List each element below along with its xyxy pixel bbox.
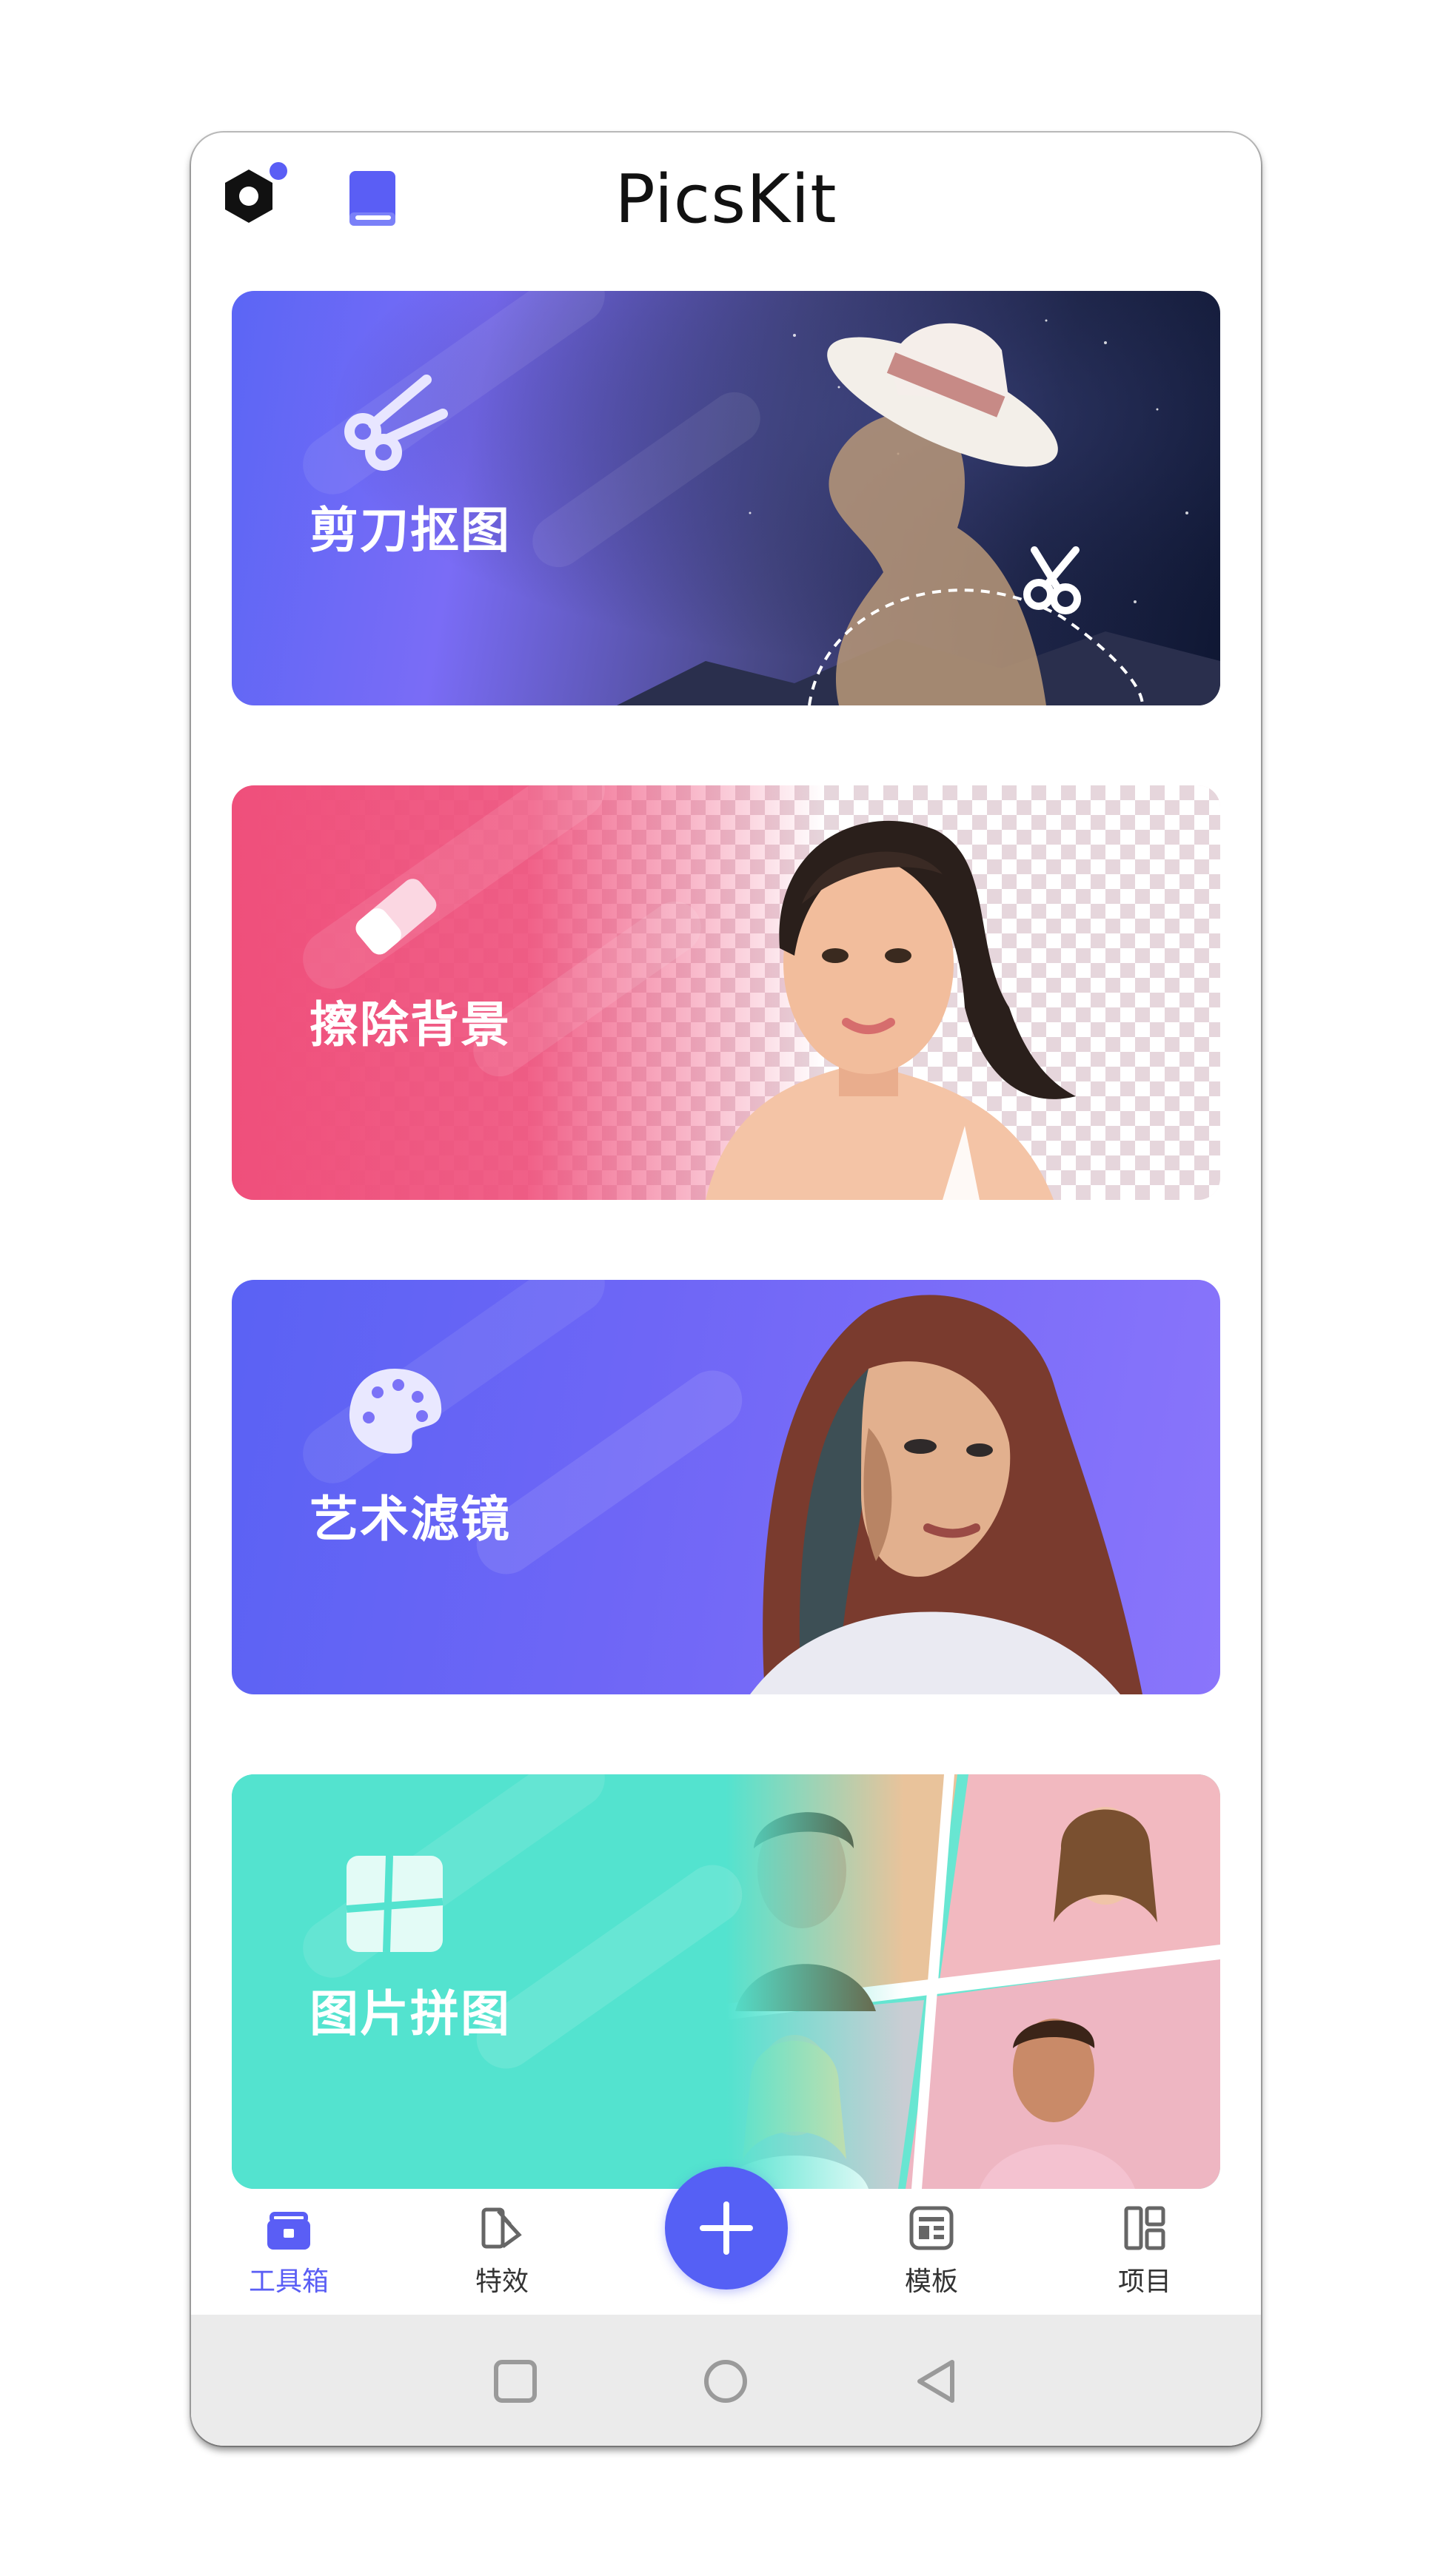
- tab-label: 工具箱: [248, 2267, 329, 2297]
- palette-icon: [339, 1354, 450, 1465]
- circle-home-icon[interactable]: [696, 2352, 755, 2411]
- toolbox-icon: [267, 2212, 310, 2250]
- app-title: PicsKit: [615, 161, 837, 238]
- add-fab-button[interactable]: [665, 2167, 788, 2290]
- app-header: PicsKit: [191, 133, 1261, 288]
- card-erase-background[interactable]: 擦除背景: [232, 785, 1220, 1200]
- system-navigation-bar: [191, 2315, 1261, 2446]
- effects-icon: [481, 2207, 522, 2249]
- tab-label: 模板: [904, 2267, 958, 2297]
- triangle-back-icon[interactable]: [908, 2352, 967, 2411]
- eraser-icon: [339, 859, 450, 970]
- card-scissors-cutout[interactable]: 剪刀抠图: [232, 291, 1220, 705]
- card-label: 擦除背景: [309, 996, 511, 1053]
- card-label: 艺术滤镜: [309, 1491, 511, 1548]
- tab-label: 项目: [1117, 2267, 1171, 2297]
- scissors-icon: [339, 365, 450, 476]
- tab-toolbox[interactable]: 工具箱: [215, 2202, 363, 2306]
- card-label: 剪刀抠图: [309, 502, 511, 559]
- tab-projects[interactable]: 项目: [1071, 2202, 1219, 2306]
- tab-effects[interactable]: 特效: [428, 2202, 576, 2306]
- template-icon: [909, 2206, 954, 2250]
- card-photo-collage[interactable]: 图片拼图: [232, 1774, 1220, 2189]
- card-label: 图片拼图: [309, 1985, 511, 2042]
- card-art-filter[interactable]: 艺术滤镜: [232, 1280, 1220, 1694]
- tab-label: 特效: [475, 2267, 529, 2297]
- phone-frame: PicsKit 剪刀抠图 擦除背景 艺术滤镜 图片拼图 工具箱 特效 模板 项目: [191, 133, 1261, 2446]
- square-recents-icon[interactable]: [486, 2352, 545, 2411]
- projects-icon: [1124, 2206, 1165, 2250]
- bottom-navigation: 工具箱 特效 模板 项目: [191, 2167, 1261, 2315]
- collage-icon: [339, 1848, 450, 1959]
- tab-templates[interactable]: 模板: [857, 2202, 1005, 2306]
- plus-icon: [700, 2201, 753, 2255]
